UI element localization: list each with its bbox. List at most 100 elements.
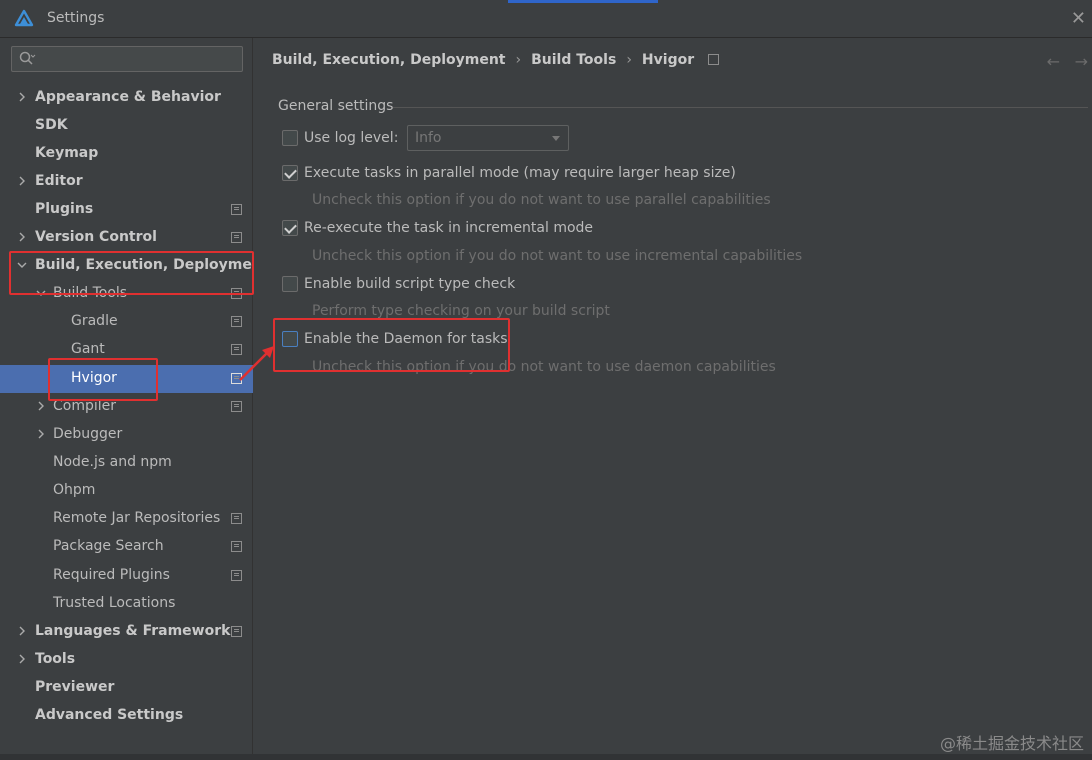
sidebar-item-compiler[interactable]: Compiler [0, 393, 253, 421]
sidebar-item-label: Debugger [53, 426, 123, 442]
sidebar-item-label: Remote Jar Repositories [53, 510, 221, 526]
search-input[interactable] [11, 46, 243, 72]
project-settings-icon [231, 626, 242, 637]
chevron-down-icon[interactable] [36, 288, 46, 298]
log-level-label: Use log level: [304, 130, 399, 146]
sidebar-item-ohpm[interactable]: Ohpm [0, 477, 253, 505]
project-settings-icon [231, 401, 242, 412]
watermark: @稀土掘金技术社区 [939, 734, 1084, 753]
sidebar-item-debugger[interactable]: Debugger [0, 421, 253, 449]
chevron-right-icon[interactable] [17, 92, 27, 102]
sidebar-item-label: Build, Execution, Deployment [35, 257, 269, 273]
chevron-down-icon[interactable] [17, 260, 27, 270]
annotation-arrow-icon [239, 346, 274, 381]
chevron-right-icon[interactable] [17, 654, 27, 664]
chevron-right-icon[interactable] [17, 176, 27, 186]
sidebar-item-label: Plugins [35, 201, 94, 217]
project-settings-icon [231, 316, 242, 327]
daemon-checkbox[interactable] [282, 331, 298, 347]
breadcrumb: Build, Execution, Deployment › Build Tools… [272, 52, 720, 68]
sidebar-item-remote-jar-repositories[interactable]: Remote Jar Repositories [0, 505, 253, 533]
sidebar-item-label: Gradle [71, 313, 118, 329]
sidebar-item-appearance-behavior[interactable]: Appearance & Behavior [0, 84, 253, 112]
sidebar-item-previewer[interactable]: Previewer [0, 674, 253, 702]
close-icon[interactable]: ✕ [1071, 8, 1086, 29]
parallel-mode-checkbox[interactable] [282, 165, 298, 181]
sidebar-item-label: SDK [35, 117, 68, 133]
sidebar-item-hvigor[interactable]: Hvigor [0, 365, 253, 393]
breadcrumb-item[interactable]: Build Tools [531, 52, 616, 68]
sidebar-item-label: Languages & Frameworks [35, 623, 239, 639]
sidebar-item-label: Build Tools [53, 285, 128, 301]
sidebar-item-advanced-settings[interactable]: Advanced Settings [0, 702, 253, 730]
title-bar: Settings ✕ [0, 0, 1092, 38]
group-divider [393, 107, 1088, 108]
project-settings-icon [231, 232, 242, 243]
bottom-bar [0, 754, 1092, 760]
sidebar-item-keymap[interactable]: Keymap [0, 140, 253, 168]
incremental-mode-hint: Uncheck this option if you do not want t… [312, 248, 803, 264]
sidebar-item-label: Required Plugins [53, 567, 170, 583]
breadcrumb-item: Hvigor [641, 52, 695, 68]
sidebar-item-sdk[interactable]: SDK [0, 112, 253, 140]
project-settings-icon [231, 513, 242, 524]
breadcrumb-separator-icon: › [515, 52, 522, 68]
sidebar-item-label: Tools [35, 651, 76, 667]
breadcrumb-separator-icon: › [626, 52, 632, 68]
sidebar-item-label: Editor [35, 173, 83, 189]
group-title: General settings [278, 98, 394, 114]
sidebar-item-label: Version Control [35, 229, 157, 245]
sidebar-item-gant[interactable]: Gant [0, 336, 253, 364]
project-settings-icon [231, 541, 242, 552]
settings-sidebar: Appearance & Behavior SDK Keymap Editor … [0, 38, 269, 760]
incremental-mode-checkbox[interactable] [282, 220, 298, 236]
log-level-checkbox[interactable] [282, 130, 298, 146]
sidebar-item-package-search[interactable]: Package Search [0, 533, 253, 561]
settings-main-panel: Build, Execution, Deployment › Build Tools… [254, 38, 1092, 760]
sidebar-item-label: Hvigor [71, 370, 117, 386]
parallel-mode-hint: Uncheck this option if you do not want t… [312, 192, 771, 208]
sidebar-item-build-execution-deployment[interactable]: Build, Execution, Deployment [0, 252, 269, 280]
sidebar-item-tools[interactable]: Tools [0, 646, 253, 674]
sidebar-item-label: Compiler [53, 398, 117, 414]
sidebar-item-label: Appearance & Behavior [35, 89, 221, 105]
log-level-value: Info [415, 130, 442, 146]
project-settings-icon [231, 204, 242, 215]
sidebar-item-plugins[interactable]: Plugins [0, 196, 253, 224]
app-logo-icon [14, 9, 34, 27]
sidebar-item-editor[interactable]: Editor [0, 168, 253, 196]
forward-arrow-icon[interactable]: → [1075, 52, 1088, 71]
breadcrumb-item[interactable]: Build, Execution, Deployment [272, 52, 506, 68]
sidebar-item-label: Keymap [35, 145, 99, 161]
search-icon [19, 51, 36, 65]
daemon-label: Enable the Daemon for tasks [304, 331, 508, 347]
project-settings-icon [231, 570, 242, 581]
back-arrow-icon[interactable]: ← [1047, 52, 1060, 71]
sidebar-item-label: Gant [71, 341, 105, 357]
daemon-hint: Uncheck this option if you do not want t… [312, 359, 776, 375]
sidebar-item-label: Ohpm [53, 482, 96, 498]
sidebar-item-label: Node.js and npm [53, 454, 172, 470]
sidebar-item-trusted-locations[interactable]: Trusted Locations [0, 590, 253, 618]
sidebar-item-label: Previewer [35, 679, 115, 695]
chevron-right-icon[interactable] [36, 401, 46, 411]
project-settings-icon [708, 54, 720, 65]
chevron-right-icon[interactable] [17, 232, 27, 242]
sidebar-item-version-control[interactable]: Version Control [0, 224, 253, 252]
type-check-hint: Perform type checking on your build scri… [312, 303, 610, 319]
chevron-right-icon[interactable] [17, 626, 27, 636]
sidebar-item-required-plugins[interactable]: Required Plugins [0, 562, 253, 590]
sidebar-item-languages-frameworks[interactable]: Languages & Frameworks [0, 618, 253, 646]
incremental-mode-label: Re-execute the task in incremental mode [304, 220, 594, 236]
background-window-stripe [508, 0, 658, 3]
chevron-right-icon[interactable] [36, 429, 46, 439]
sidebar-item-label: Advanced Settings [35, 707, 184, 723]
sidebar-item-label: Trusted Locations [53, 595, 176, 611]
sidebar-item-gradle[interactable]: Gradle [0, 308, 253, 336]
log-level-select[interactable]: Info [407, 125, 569, 151]
window-title: Settings [47, 10, 105, 26]
sidebar-item-nodejs-npm[interactable]: Node.js and npm [0, 449, 253, 477]
sidebar-item-build-tools[interactable]: Build Tools [0, 280, 253, 308]
type-check-checkbox[interactable] [282, 276, 298, 292]
project-settings-icon [231, 288, 242, 299]
